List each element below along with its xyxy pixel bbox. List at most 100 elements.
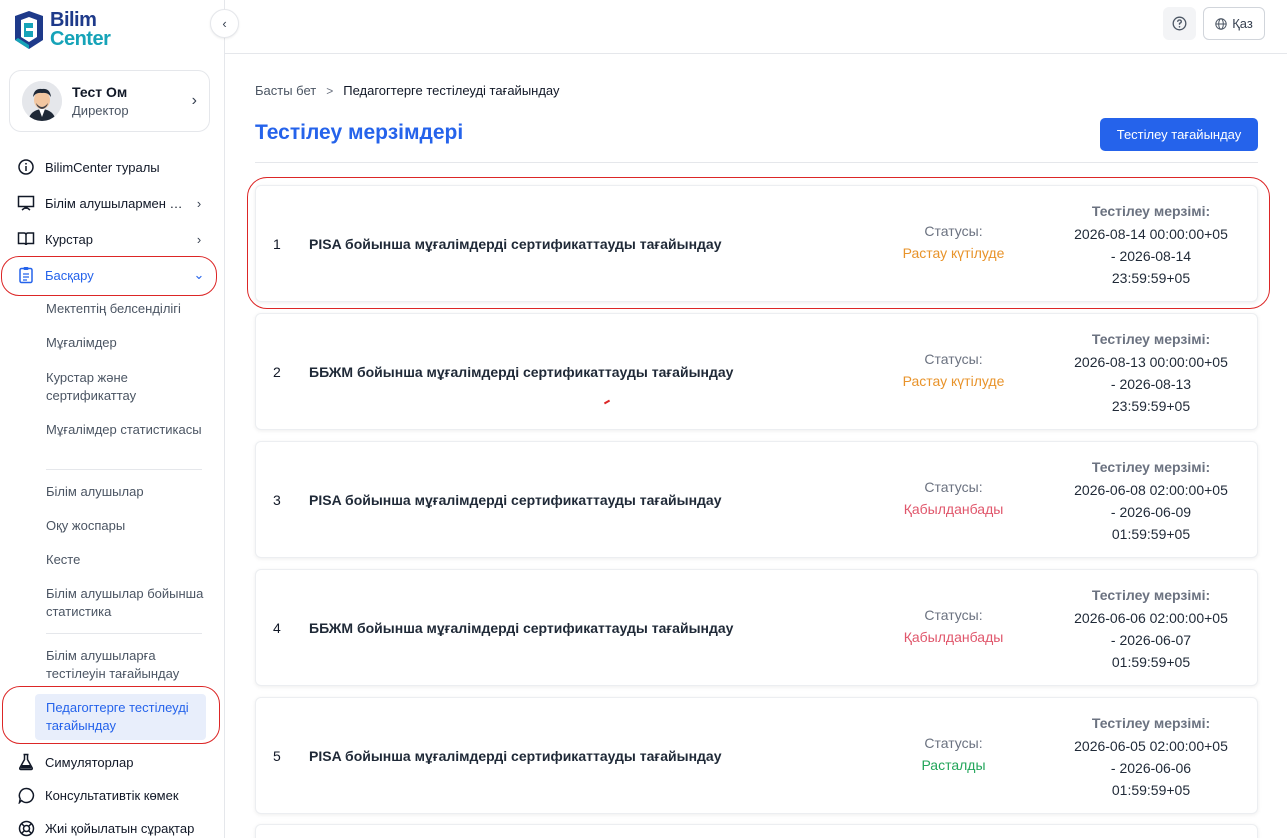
date-start: 2026-06-05 02:00:00+05	[1074, 738, 1228, 754]
nav-label-about: BilimCenter туралы	[45, 159, 160, 175]
avatar	[22, 81, 62, 121]
help-button[interactable]	[1163, 7, 1196, 40]
sidebar: Bilim Center Тест Ом Директор › BilimCen…	[0, 0, 225, 838]
date-label: Тестілеу мерзімі:	[1091, 715, 1211, 731]
nav-label-consulting: Консультативтік көмек	[45, 787, 179, 803]
profile-name: Тест Ом	[72, 84, 128, 100]
card-title: PISA бойынша мұғалімдерді сертификаттауд…	[309, 235, 722, 252]
sub-divider	[46, 469, 202, 470]
card-title: PISA бойынша мұғалімдерді сертификаттауд…	[309, 491, 722, 508]
assign-test-button[interactable]: Тестілеу тағайындау	[1100, 118, 1258, 151]
lifebuoy-icon	[17, 819, 35, 837]
status-label: Статусы:	[924, 351, 983, 367]
test-card[interactable]: 4 ББЖМ бойынша мұғалімдерді сертификатта…	[255, 569, 1258, 686]
test-card-partial[interactable]	[255, 824, 1258, 838]
sub-divider	[46, 633, 202, 634]
date-end-time: 23:59:59+05	[1111, 270, 1191, 286]
nav-item-faq[interactable]: Жиі қойылатын сұрақтар	[17, 816, 207, 838]
date-end-date: - 2026-06-09	[1110, 504, 1192, 520]
nav-label-simulators: Симуляторлар	[45, 754, 134, 770]
test-card[interactable]: 1 PISA бойынша мұғалімдерді сертификатта…	[255, 185, 1258, 302]
sub-item-schedule[interactable]: Кесте	[46, 551, 206, 569]
date-start: 2026-06-06 02:00:00+05	[1074, 610, 1228, 626]
info-icon	[17, 158, 35, 176]
date-label: Тестілеу мерзімі:	[1091, 459, 1211, 475]
status-badge: Қабылданбады	[903, 629, 1004, 645]
status-label: Статусы:	[924, 607, 983, 623]
date-end-date: - 2026-08-13	[1110, 376, 1192, 392]
sub-item-assign-teacher-tests[interactable]: Педагогтерге тестілеуді тағайындау	[35, 694, 206, 740]
card-number: 5	[273, 747, 281, 764]
clipboard-icon	[17, 266, 35, 284]
sub-item-courses-cert[interactable]: Курстар және сертификаттау	[46, 369, 206, 405]
card-number: 1	[273, 235, 281, 252]
card-number: 3	[273, 491, 281, 508]
date-end-time: 01:59:59+05	[1111, 654, 1191, 670]
nav-label-students-menu: Білім алушылармен жұмыс	[45, 195, 191, 211]
date-end-date: - 2026-08-14	[1110, 248, 1192, 264]
chat-bubble-icon	[17, 786, 35, 804]
date-label: Тестілеу мерзімі:	[1091, 587, 1211, 603]
date-end-time: 01:59:59+05	[1111, 782, 1191, 798]
language-switcher[interactable]: Қаз	[1203, 7, 1265, 40]
card-title: ББЖМ бойынша мұғалімдерді сертификаттауд…	[309, 619, 734, 636]
nav-item-students-menu[interactable]: Білім алушылармен жұмыс ›	[17, 191, 207, 215]
date-start: 2026-06-08 02:00:00+05	[1074, 482, 1228, 498]
breadcrumb-current: Педагогтерге тестілеуді тағайындау	[343, 83, 560, 98]
date-start: 2026-08-13 00:00:00+05	[1074, 354, 1228, 370]
date-end-time: 01:59:59+05	[1111, 526, 1191, 542]
status-label: Статусы:	[924, 735, 983, 751]
card-title: ББЖМ бойынша мұғалімдерді сертификаттауд…	[309, 363, 734, 380]
nav-label-management: Басқару	[45, 267, 94, 283]
logo-text-line2: Center	[50, 28, 111, 50]
chevron-right-icon: ›	[196, 195, 202, 211]
nav-label-faq: Жиі қойылатын сұрақтар	[45, 820, 195, 836]
card-number: 2	[273, 363, 281, 380]
test-card[interactable]: 5 PISA бойынша мұғалімдерді сертификатта…	[255, 697, 1258, 814]
breadcrumb-home[interactable]: Басты бет	[255, 83, 316, 98]
status-badge: Растау күтілуде	[902, 373, 1005, 389]
question-icon	[1172, 16, 1187, 31]
top-bar: Қаз	[225, 0, 1287, 54]
status-badge: Расталды	[921, 757, 986, 773]
sub-item-teacher-stats[interactable]: Мұғалімдер статистикасы	[46, 421, 206, 439]
flask-icon	[17, 753, 35, 771]
nav-label-courses: Курстар	[45, 231, 93, 247]
sub-item-teachers[interactable]: Мұғалімдер	[46, 334, 206, 352]
date-end-time: 23:59:59+05	[1111, 398, 1191, 414]
logo[interactable]: Bilim Center	[12, 10, 111, 50]
sub-item-assign-student-tests[interactable]: Білім алушыларға тестілеуін тағайындау	[46, 647, 206, 683]
chevron-right-icon: ›	[196, 231, 202, 247]
book-icon	[17, 230, 35, 248]
sub-item-study-plan[interactable]: Оқу жоспары	[46, 517, 206, 535]
date-end-date: - 2026-06-06	[1110, 760, 1192, 776]
sub-item-student-stats[interactable]: Білім алушылар бойынша статистика	[46, 585, 206, 621]
collapse-sidebar-button[interactable]: ‹	[210, 9, 239, 38]
status-label: Статусы:	[924, 479, 983, 495]
nav-item-about[interactable]: BilimCenter туралы	[17, 155, 207, 179]
chevron-left-icon: ‹	[222, 16, 227, 31]
nav-item-management[interactable]: Басқару ⌄	[17, 263, 207, 287]
sub-item-school-activity[interactable]: Мектептің белсенділігі	[46, 300, 206, 318]
status-label: Статусы:	[924, 223, 983, 239]
date-start: 2026-08-14 00:00:00+05	[1074, 226, 1228, 242]
language-label: Қаз	[1232, 16, 1253, 31]
presentation-icon	[17, 194, 35, 212]
nav-item-courses[interactable]: Курстар ›	[17, 227, 207, 251]
test-card[interactable]: 2 ББЖМ бойынша мұғалімдерді сертификатта…	[255, 313, 1258, 430]
page-title: Тестілеу мерзімдері	[255, 121, 464, 144]
logo-icon	[15, 11, 43, 49]
nav-item-simulators[interactable]: Симуляторлар	[17, 750, 207, 774]
profile-role: Директор	[72, 103, 129, 118]
chevron-down-icon: ⌄	[193, 267, 205, 282]
chevron-right-icon: ›	[191, 92, 197, 109]
test-card[interactable]: 3 PISA бойынша мұғалімдерді сертификатта…	[255, 441, 1258, 558]
profile-card[interactable]: Тест Ом Директор ›	[9, 70, 210, 132]
status-badge: Қабылданбады	[903, 501, 1004, 517]
sub-item-students[interactable]: Білім алушылар	[46, 483, 206, 501]
card-number: 4	[273, 619, 281, 636]
date-label: Тестілеу мерзімі:	[1091, 203, 1211, 219]
nav-item-consulting[interactable]: Консультативтік көмек	[17, 783, 207, 807]
status-badge: Растау күтілуде	[902, 245, 1005, 261]
date-label: Тестілеу мерзімі:	[1091, 331, 1211, 347]
